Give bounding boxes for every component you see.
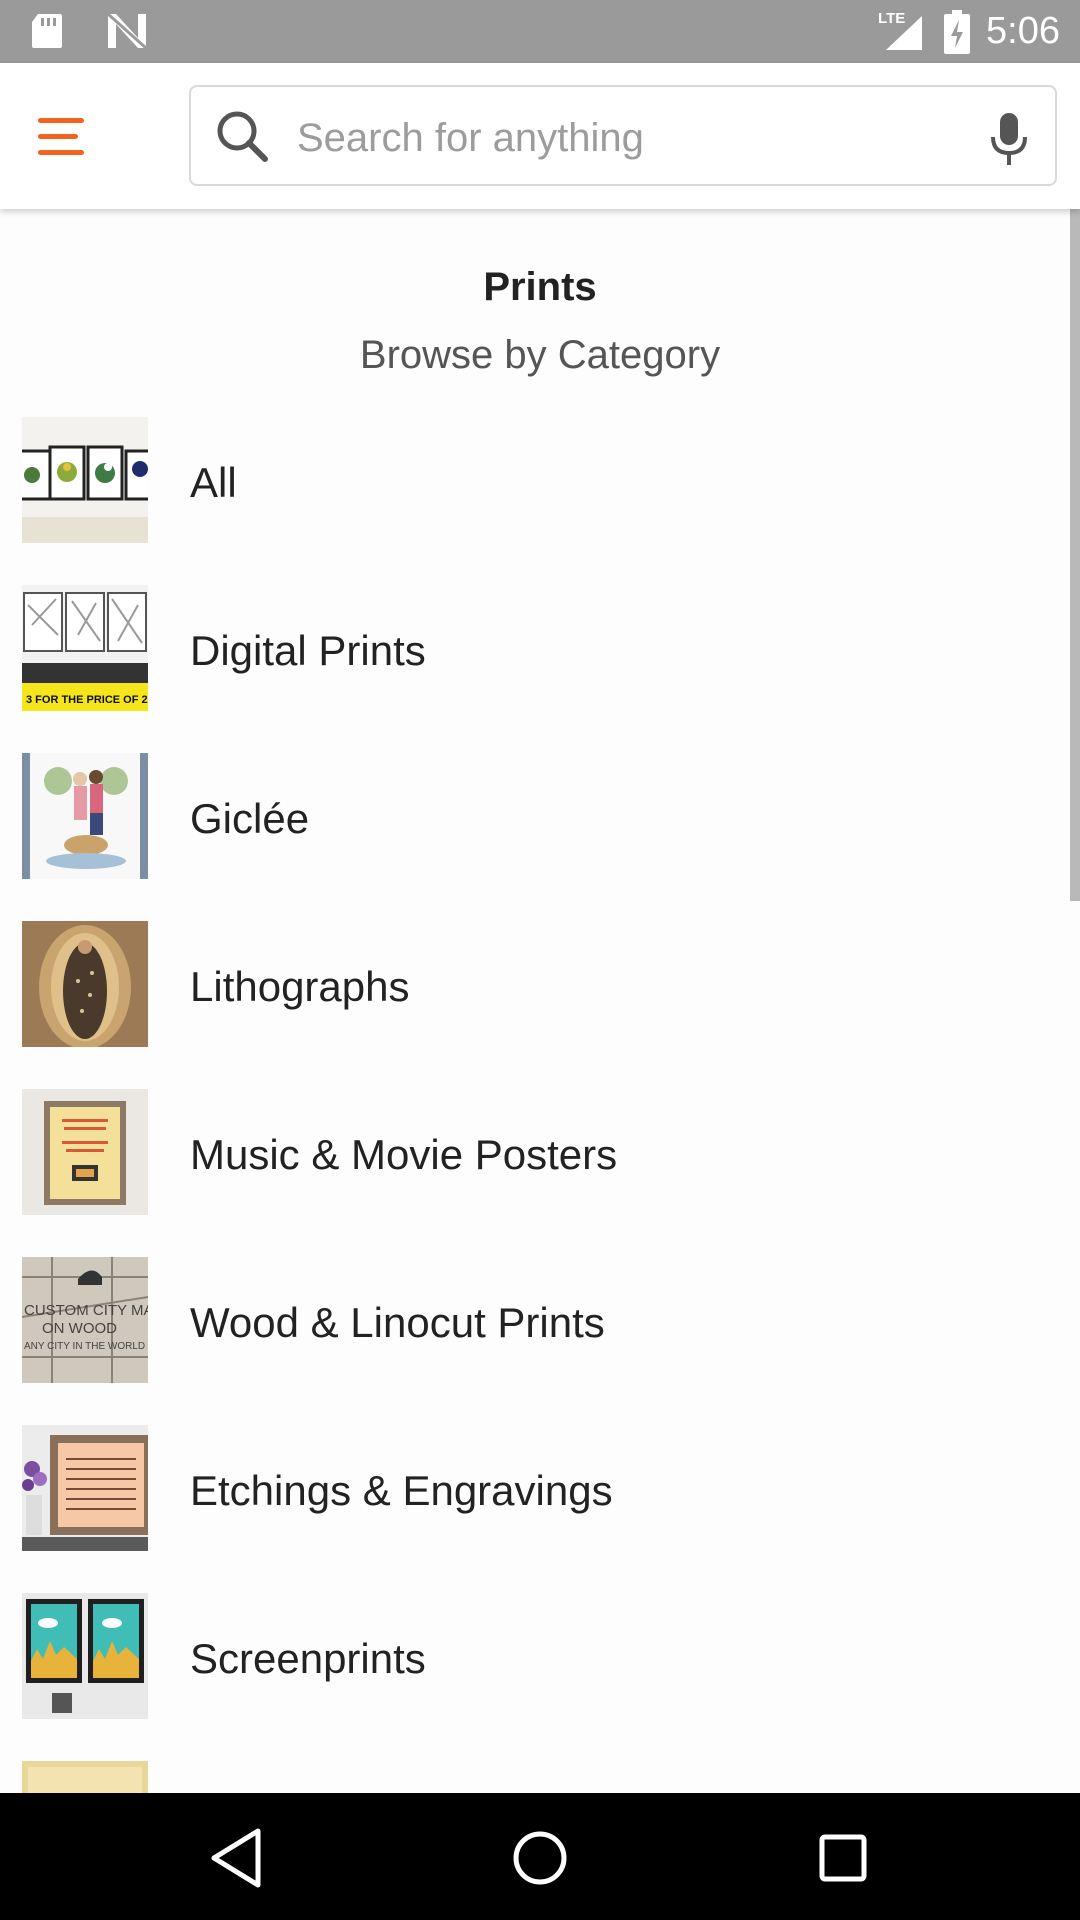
virgin-guadalupe-thumb bbox=[22, 921, 148, 1047]
category-item-wood-linocut-prints[interactable]: CUSTOM CITY MAP ON WOOD ANY CITY IN THE … bbox=[0, 1257, 1070, 1425]
clock: 5:06 bbox=[986, 10, 1060, 52]
category-item-giclee[interactable]: Giclée bbox=[0, 753, 1070, 921]
back-icon[interactable] bbox=[202, 1823, 272, 1893]
page-title: Prints bbox=[483, 265, 597, 309]
category-label: Wood & Linocut Prints bbox=[190, 1299, 605, 1346]
partial-thumb bbox=[22, 1761, 148, 1793]
wood-map-thumb: CUSTOM CITY MAP ON WOOD ANY CITY IN THE … bbox=[22, 1257, 148, 1383]
navigation-bar bbox=[0, 1793, 1080, 1920]
skyline-prints-thumb bbox=[22, 1593, 148, 1719]
category-label: Screenprints bbox=[190, 1635, 426, 1682]
signal-icon bbox=[886, 15, 923, 50]
svg-text:ON WOOD: ON WOOD bbox=[42, 1320, 117, 1337]
search-icon bbox=[217, 111, 268, 162]
category-item-all[interactable]: All bbox=[0, 417, 1070, 585]
framed-poster-thumb bbox=[22, 1089, 148, 1215]
category-item-etchings-engravings[interactable]: Etchings & Engravings bbox=[0, 1425, 1070, 1593]
app-bar bbox=[0, 63, 1080, 209]
svg-text:CUSTOM CITY MAP: CUSTOM CITY MAP bbox=[24, 1302, 148, 1319]
page-subtitle: Browse by Category bbox=[359, 333, 721, 377]
sheet-music-thumb bbox=[22, 1425, 148, 1551]
category-label: Giclée bbox=[190, 795, 310, 842]
home-icon[interactable] bbox=[505, 1823, 575, 1893]
status-bar: LTE 5:06 bbox=[0, 0, 1080, 63]
botanical-prints-thumb bbox=[22, 417, 148, 543]
scrollbar[interactable] bbox=[1070, 209, 1080, 901]
battery-charging-icon bbox=[944, 9, 971, 54]
search-input[interactable] bbox=[295, 107, 939, 169]
category-label: Digital Prints bbox=[190, 627, 426, 674]
search-bar[interactable] bbox=[189, 85, 1057, 186]
category-item-screenprints[interactable]: Screenprints bbox=[0, 1593, 1070, 1761]
sd-card-icon bbox=[32, 14, 62, 48]
category-item-lithographs[interactable]: Lithographs bbox=[0, 921, 1070, 1089]
recents-icon[interactable] bbox=[808, 1823, 878, 1893]
category-label: Etchings & Engravings bbox=[190, 1467, 613, 1514]
category-item-music-movie-posters[interactable]: Music & Movie Posters bbox=[0, 1089, 1070, 1257]
category-list: All 3 FOR THE PRICE OF 2 Digital Prints bbox=[0, 417, 1070, 1793]
city-maps-thumb: 3 FOR THE PRICE OF 2 bbox=[22, 585, 148, 711]
n-logo-icon bbox=[106, 12, 148, 50]
category-item-partial[interactable] bbox=[0, 1761, 1070, 1793]
category-label: All bbox=[190, 459, 237, 506]
category-label: Music & Movie Posters bbox=[190, 1131, 618, 1178]
svg-text:3 FOR THE PRICE OF 2: 3 FOR THE PRICE OF 2 bbox=[26, 694, 148, 706]
svg-text:ANY CITY IN THE WORLD: ANY CITY IN THE WORLD bbox=[24, 1341, 145, 1352]
microphone-icon[interactable] bbox=[989, 111, 1029, 167]
category-browser: Prints Browse by Category All 3 FOR THE … bbox=[0, 209, 1080, 1793]
category-label: Lithographs bbox=[190, 963, 410, 1010]
category-item-digital-prints[interactable]: 3 FOR THE PRICE OF 2 Digital Prints bbox=[0, 585, 1070, 753]
couple-illustration-thumb bbox=[22, 753, 148, 879]
hamburger-menu-icon[interactable] bbox=[38, 103, 108, 169]
